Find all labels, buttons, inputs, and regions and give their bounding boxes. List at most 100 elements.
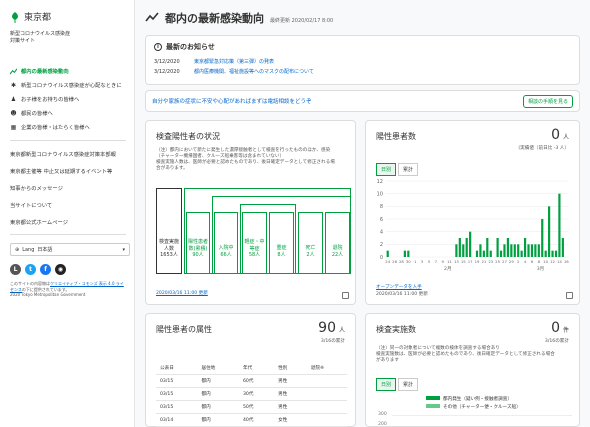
bar (513, 244, 516, 257)
inspection-updated: 2020/03/16 11:00 更新 (156, 291, 208, 296)
site-title: 新型コロナウイルス感染症 対策サイト (10, 31, 71, 44)
bar (548, 206, 551, 257)
y-tick-label: 10 (377, 191, 383, 197)
github-icon[interactable]: ◉ (55, 264, 66, 275)
col-discharged[interactable]: 退院※ (306, 362, 347, 375)
bar (403, 250, 406, 257)
col-gender[interactable]: 性別 (274, 362, 307, 375)
nav-item-business[interactable]: ▦ 企業の皆様・はたらく皆様へ (10, 121, 126, 135)
line-icon[interactable]: L (10, 264, 21, 275)
col-age[interactable]: 年代 (239, 362, 275, 375)
positive-tabs: 日別 累計 (376, 163, 419, 176)
consult-procedure-button[interactable]: 相談の手順を見る (522, 94, 573, 108)
twitter-icon[interactable]: t (25, 264, 36, 275)
nav-item-citizens[interactable]: ☻ 都民の皆様へ (10, 107, 126, 121)
globe-icon: ⊕ (15, 246, 20, 253)
main-nav: 都内の最新感染動向 ✱ 新型コロナウイルス感染症が心配なときに ♟ お子様をお持… (10, 65, 126, 141)
embed-icon[interactable] (342, 292, 349, 299)
bar (486, 238, 489, 257)
x-tick-label: 13 (454, 259, 459, 264)
x-tick-label: 25 (495, 259, 500, 264)
y-tick-label: 6 (380, 217, 383, 223)
inspection-flow: 検査実施人数 1653人 陽性患者数(累積) 90人 入院中 66人 軽症・中等… (156, 188, 351, 278)
x-tick-label: 24 (385, 259, 390, 264)
flow-label-inpatient: 入院中 66人 (218, 245, 234, 258)
x-tick-label: 7 (435, 259, 438, 264)
flow-label-deceased: 死亡 2人 (305, 245, 316, 258)
tab-daily[interactable]: 日別 (376, 378, 397, 391)
table-row: 03/15 都内 60代 男性 (156, 374, 347, 388)
link-official-site[interactable]: 東京都公式ホームページ (10, 215, 126, 232)
x-tick-label: 11 (447, 259, 452, 264)
link-hq-report[interactable]: 東京都新型コロナウイルス感染症対策本部報 (10, 147, 126, 164)
page-header: 都内の最新感染動向 最終更新 2020/02/17 8:00 (145, 10, 333, 26)
social-links: L t f ◉ (10, 264, 126, 275)
tests-sub: 3/16の累計 (544, 339, 569, 344)
col-date[interactable]: 公表日 (156, 362, 198, 375)
flow-label-discharged: 退院 22人 (331, 245, 344, 258)
consult-banner: 自分や家族の症状に不安や心配があればまずは電話相談をどうぞ 相談の手順を見る (145, 90, 580, 112)
logo[interactable]: 東京都 (10, 10, 126, 23)
tab-cumulative[interactable]: 累計 (398, 378, 419, 391)
page-title: 都内の最新感染動向 (165, 12, 264, 25)
positive-bar-chart: 02468101224 26 28 30 1 3 5 7 9 11 13 15 17 19 21 23 25 27… (377, 179, 570, 272)
tests-legend: 都内発生（疑い例・接触者調査） その他（チャーター便・クルーズ船） (426, 396, 521, 412)
x-tick-label: 26 (392, 259, 397, 264)
news-heading: i 最新のお知らせ (154, 42, 571, 52)
bar (537, 244, 540, 257)
bar (489, 250, 492, 257)
flow-box-tested (156, 188, 182, 274)
table-row: 03/14 都内 40代 女性 (156, 413, 347, 427)
tab-daily[interactable]: 日別 (376, 163, 397, 176)
news-item[interactable]: 3/12/2020 都内医療機関、福祉施設等へのマスクの配布について (154, 67, 571, 77)
table-row: 03/15 都内 30代 男性 (156, 387, 347, 401)
bar (561, 238, 564, 257)
bar (554, 250, 558, 257)
bar (523, 238, 527, 257)
news-item[interactable]: 3/12/2020 東京都緊急対応策（第三弾）の発表 (154, 57, 571, 67)
x-tick-label: 10 (543, 259, 548, 264)
bar (506, 238, 510, 257)
col-residence[interactable]: 居住地 (197, 362, 239, 375)
building-icon: ▦ (10, 124, 17, 131)
bar (551, 250, 554, 257)
tab-cumulative[interactable]: 累計 (398, 163, 419, 176)
x-month-label: 3月 (537, 266, 545, 272)
flow-label-severe: 重症 8人 (276, 245, 287, 258)
bar (455, 244, 458, 257)
bar (510, 244, 513, 257)
positive-count: 0 人 (551, 127, 569, 143)
x-tick-label: 1 (414, 259, 417, 264)
x-tick-label: 8 (538, 259, 541, 264)
bar (541, 219, 544, 257)
tests-axis-tick: 300 (378, 412, 387, 417)
nav-item-children[interactable]: ♟ お子様をお持ちの皆様へ (10, 93, 126, 107)
link-governor-message[interactable]: 知事からのメッセージ (10, 181, 126, 198)
flow-box-inpatient (214, 212, 238, 274)
nav-item-latest-trend[interactable]: 都内の最新感染動向 (10, 65, 126, 79)
positive-title: 陽性患者数 (376, 132, 416, 141)
language-select[interactable]: ⊕ Lang 日本語 ▾ (10, 243, 130, 256)
consult-link[interactable]: 自分や家族の症状に不安や心配があればまずは電話相談をどうぞ (152, 97, 312, 105)
link-cancelled-events[interactable]: 東京都主催等 中止又は延期するイベント等 (10, 164, 126, 181)
nav-item-worried[interactable]: ✱ 新型コロナウイルス感染症が心配なときに (10, 79, 126, 93)
table-header-row: 公表日 居住地 年代 性別 退院※ (156, 362, 347, 375)
bar (465, 238, 468, 257)
news-card: i 最新のお知らせ 3/12/2020 東京都緊急対応策（第三弾）の発表 3/1… (145, 35, 580, 85)
embed-icon[interactable] (566, 292, 573, 299)
facebook-icon[interactable]: f (40, 264, 51, 275)
link-about-site[interactable]: 当サイトについて (10, 198, 126, 215)
tests-card: 検査実施数 0 件 3/16の累計 （注）同一の対象者について複数の検体を調査す… (365, 313, 580, 427)
family-icon: ♟ (10, 96, 17, 103)
bar (496, 238, 499, 257)
legend-item: その他（チャーター便・クルーズ船） (426, 404, 521, 412)
y-tick-label: 2 (380, 242, 383, 248)
x-tick-label: 21 (481, 259, 486, 264)
flow-box-discharged (325, 212, 350, 274)
info-icon: i (154, 43, 162, 51)
bar (469, 231, 472, 257)
inspection-note: （注）都内において新たに発生した濃厚接触者として検査を行ったもののほか、感染 （… (156, 148, 335, 171)
open-data-link[interactable]: オープンデータを入手 (376, 284, 422, 290)
patient-attributes-card: 陽性患者の属性 90 人 3/16の累計 公表日 居住地 年代 性別 退院※ 0… (145, 313, 356, 427)
positive-updated: 2020/03/16 11:00 更新 (376, 292, 428, 297)
